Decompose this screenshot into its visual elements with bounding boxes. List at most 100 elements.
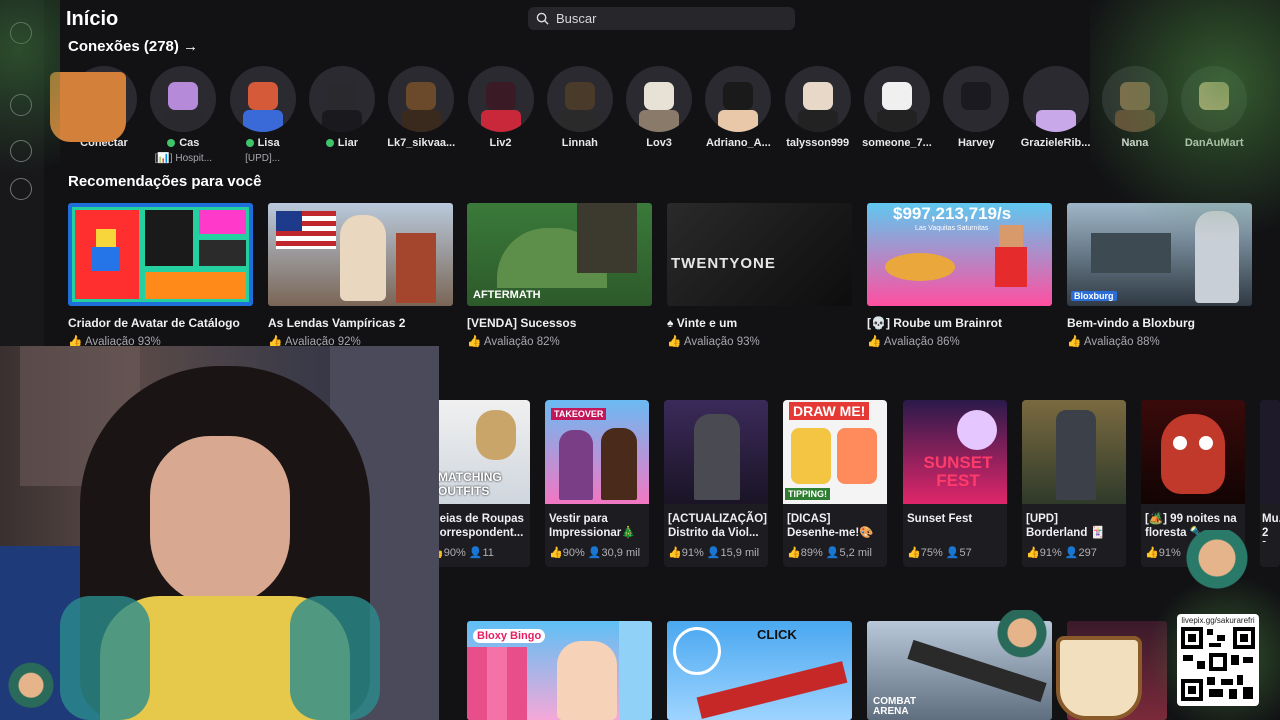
mug-sticker [1056,636,1142,720]
game-card[interactable]: TWENTYONE ♠ Vinte e um 👍 Avaliação 93% [667,203,852,348]
game-stats: 👍91% 👤15,9 mil [668,547,760,559]
friend-item[interactable]: GrazieleRib... [1016,66,1096,149]
friend-status: [📊] Hospit... [154,153,213,164]
recommendations-title: Recomendações para você [68,173,262,190]
game-title: [VENDA] Sucessos [467,316,577,330]
game-title: Mu... 2 [... [1262,513,1280,542]
game-rating: 👍 Avaliação 93% [667,336,760,348]
avatar-body [639,110,680,132]
game-thumbnail [1260,400,1280,504]
avatar [943,66,1010,132]
friend-name: Lk7_sikvaa... [387,137,456,149]
game-card[interactable]: [ACTUALIZAÇÃO] Distrito da Viol... 👍91% … [664,400,768,567]
avatar-head [802,82,833,110]
thumbs-up-icon: 👍 [907,547,921,559]
game-rating: 👍 Avaliação 86% [867,336,960,348]
friend-item[interactable]: Liar [302,66,382,149]
game-card[interactable]: MATCHING OUTFITS ...eias de Roupas ...or… [426,400,530,567]
page-title: Início [66,8,119,30]
avatar-head [247,82,278,110]
online-status-icon [167,139,176,147]
friend-item[interactable]: Adriano_A... [698,66,778,149]
game-thumbnail [1141,400,1245,504]
friend-item[interactable]: talysson999 [778,66,858,149]
friend-item[interactable]: Lk7_sikvaa... [381,66,461,149]
game-title: ♠ Vinte e um [667,316,738,330]
friend-name: Lov3 [646,137,672,149]
avatar-body [559,110,600,132]
friend-item[interactable]: Liv2 [461,66,541,149]
avatar [546,66,613,132]
search-input[interactable] [556,11,786,26]
friend-name: Adriano_A... [705,137,771,149]
qr-label: livepix.gg/sakurarefri [1181,616,1255,625]
friend-name: talysson999 [786,137,850,149]
avatar [705,66,772,132]
game-card[interactable]: $997,213,719/s Las Vaquitas Saturnitas [… [867,203,1052,348]
avatar-body [797,110,838,132]
game-card[interactable]: DRAW ME! TIPPING! [DICAS] Desenhe-me!🎨 👍… [783,400,887,567]
game-card[interactable]: Bloxy Bingo [467,621,652,720]
friend-name: Harvey [957,137,995,149]
avatar [1022,66,1089,132]
friend-item[interactable]: Lisa [UPD]... [223,66,303,164]
game-title: As Lendas Vampíricas 2 [268,316,406,330]
game-thumbnail [1022,400,1126,504]
avatar-body [242,110,283,132]
avatar-body [956,110,997,132]
thumbs-up-icon: 👍 [1067,336,1082,348]
avatar-head [485,82,516,110]
friend-name: GrazieleRib... [1020,137,1091,149]
game-card[interactable]: [UPD] Borderland 🃏 👍91% 👤297 [1022,400,1126,567]
game-stats: 👍91% 👤297 [1026,547,1097,559]
game-thumbnail: $997,213,719/s Las Vaquitas Saturnitas [867,203,1052,306]
game-thumbnail [68,203,253,306]
thumbs-up-icon: 👍 [1026,547,1040,559]
thumbs-up-icon: 👍 [549,547,563,559]
game-card[interactable]: AFTERMATH [VENDA] Sucessos 👍 Avaliação 8… [467,203,652,348]
friend-item[interactable]: Cas [📊] Hospit... [143,66,223,164]
game-title: [💀] Roube um Brainrot [867,316,1002,330]
game-title: [ACTUALIZAÇÃO] Distrito da Viol... [668,513,768,539]
friend-name: Liv2 [489,137,512,149]
avatar-head [644,82,675,110]
search-bar[interactable] [528,7,795,30]
game-stats: 👍75% 👤57 [907,547,972,559]
friend-status: [UPD]... [245,153,281,164]
plant-decoration [0,0,60,250]
online-status-icon [325,139,334,147]
thumbs-up-icon: 👍 [667,336,682,348]
avatar [784,66,851,132]
thumbs-up-icon: 👍 [787,547,801,559]
avatar [864,66,930,132]
avatar-body [718,110,759,132]
game-thumbnail: TAKEOVER [545,400,649,504]
friend-item[interactable]: Lov3 [619,66,699,149]
game-card[interactable]: SUNSET FEST Sunset Fest 👍75% 👤57 [903,400,1007,567]
arrow-right-icon: → [183,38,199,55]
friend-item[interactable]: Linnah [540,66,620,149]
avatar-body [480,110,521,132]
avatar [308,66,375,132]
players-icon: 👤 [587,547,602,559]
game-rating: 👍 Avaliação 88% [1067,336,1160,348]
qr-code-panel: livepix.gg/sakurarefri [1177,614,1259,706]
connections-link[interactable]: Conexões (278) → [68,38,198,55]
game-title: Vestir para Impressionar🎄 [549,513,636,539]
friend-item[interactable]: someone_7... [857,66,937,149]
game-card[interactable]: Criador de Avatar de Catálogo 👍 Avaliaçã… [68,203,253,348]
game-thumbnail: AFTERMATH [467,203,652,306]
avatar-head [406,82,437,110]
avatar [229,66,296,132]
game-card[interactable]: TAKEOVER Vestir para Impressionar🎄 👍90% … [545,400,649,567]
game-card[interactable]: Mu... 2 [... [1260,400,1280,567]
game-title: Bem-vindo a Bloxburg [1067,316,1196,330]
search-icon [536,12,549,25]
game-card[interactable]: As Lendas Vampíricas 2 👍 Avaliação 92% [268,203,453,348]
avatar-body [163,110,204,132]
friend-item[interactable]: Harvey [936,66,1016,149]
character-sticker [992,610,1052,686]
thumbs-up-icon: 👍 [1145,547,1159,559]
game-card[interactable]: CLICK [667,621,852,720]
game-thumbnail: DRAW ME! TIPPING! [783,400,887,504]
